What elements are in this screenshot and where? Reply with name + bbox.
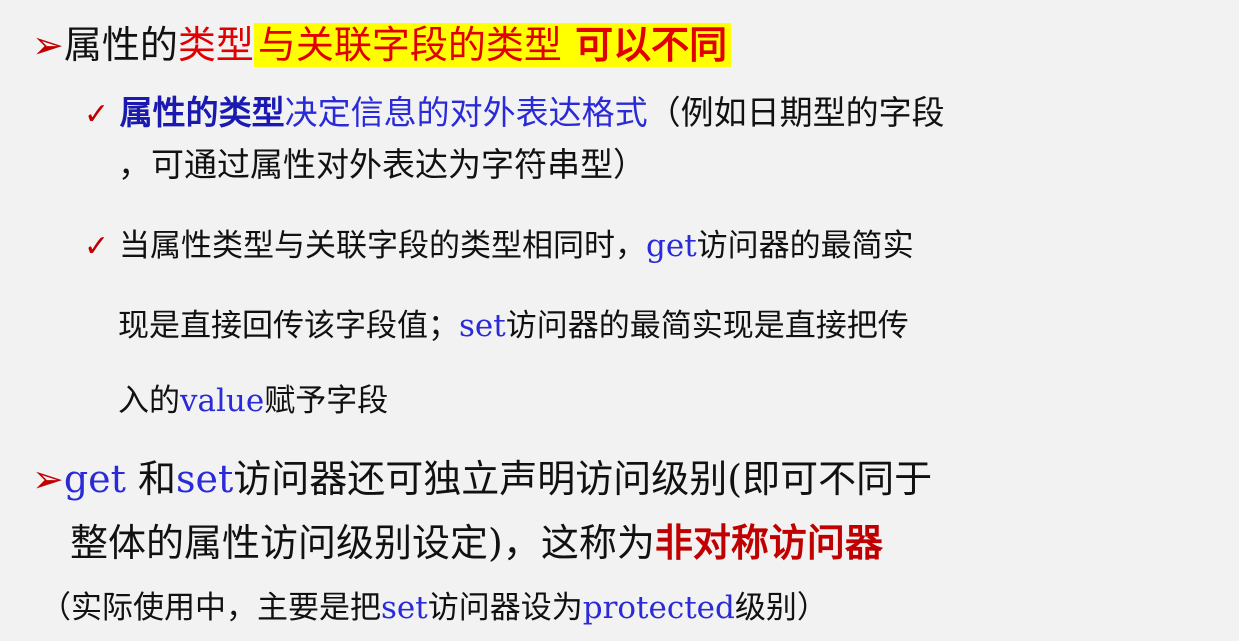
slide: { "bullet1": { "a": "属性的", "b": "类型", "c… xyxy=(0,0,1239,641)
note-text-a: （实际使用中，主要是把 xyxy=(40,590,381,626)
bullet-2-text-c: 整体的属性访问级别设定)，这称为 xyxy=(70,521,655,565)
sub-1-property-type: 属性的类型 xyxy=(119,93,285,132)
sub-1-example: （例如日期型的字段 xyxy=(647,93,945,132)
sub-2-text-d: 访问器的最简实现是直接把传 xyxy=(505,308,909,344)
bullet-2-text-b: 访问器还可独立声明访问级别(即可不同于 xyxy=(233,457,933,501)
sub-2-text-b: 访问器的最简实 xyxy=(696,228,914,264)
sub-2-set: set xyxy=(459,308,506,344)
bullet-1-text-can-differ: 可以不同 xyxy=(561,22,728,67)
note-protected: protected xyxy=(582,590,735,626)
bullet-1-text-a: 属性的 xyxy=(63,23,178,67)
note-text-c: 级别） xyxy=(734,590,828,626)
sub-2-text-c: 现是直接回传该字段值； xyxy=(118,308,459,344)
checkmark-bullet-icon: ✓ xyxy=(84,97,110,132)
bullet-2-asymmetric: 非对称访问器 xyxy=(654,520,883,565)
note-line: （实际使用中，主要是把set访问器设为protected级别） xyxy=(40,582,828,627)
sub-1-determines: 决定信息的对外表达格式 xyxy=(284,93,648,132)
sub-2-value: value xyxy=(180,383,265,419)
arrowhead-bullet-icon: ➢ xyxy=(32,457,64,501)
sub-1-example-cont: ，可通过属性对外表达为字符串型） xyxy=(118,145,646,184)
bullet-2-line-1: ➢get 和set访问器还可独立声明访问级别(即可不同于 xyxy=(32,448,932,503)
sub-2-text-e: 入的 xyxy=(118,383,180,419)
bullet-1-highlight: 与关联字段的类型 可以不同 xyxy=(253,22,732,67)
sub-bullet-1-line-2: ，可通过属性对外表达为字符串型） xyxy=(118,138,646,186)
sub-bullet-2-line-2: 现是直接回传该字段值；set访问器的最简实现是直接把传 xyxy=(118,300,909,345)
note-set: set xyxy=(381,590,428,626)
sub-bullet-2-line-1: ✓ 当属性类型与关联字段的类型相同时，get访问器的最简实 xyxy=(84,220,914,265)
bullet-2-get: get xyxy=(63,457,126,501)
bullet-1-text-field-type: 与关联字段的类型 xyxy=(257,23,562,67)
bullet-2-line-2: 整体的属性访问级别设定)，这称为非对称访问器 xyxy=(70,512,883,567)
sub-bullet-1-line-1: ✓ 属性的类型决定信息的对外表达格式（例如日期型的字段 xyxy=(84,86,945,134)
bullet-1-line: ➢属性的类型 与关联字段的类型 可以不同 xyxy=(32,14,732,69)
bullet-2-set: set xyxy=(176,457,234,501)
bullet-1-text-type: 类型 xyxy=(177,23,254,67)
checkmark-bullet-icon: ✓ xyxy=(84,229,110,264)
bullet-2-and: 和 xyxy=(125,457,177,501)
sub-2-get: get xyxy=(646,228,697,264)
sub-2-text-f: 赋予字段 xyxy=(264,383,389,419)
sub-bullet-2-line-3: 入的value赋予字段 xyxy=(118,375,388,420)
sub-2-text-a: 当属性类型与关联字段的类型相同时， xyxy=(119,228,646,264)
note-text-b: 访问器设为 xyxy=(427,590,583,626)
arrowhead-bullet-icon: ➢ xyxy=(32,23,64,67)
